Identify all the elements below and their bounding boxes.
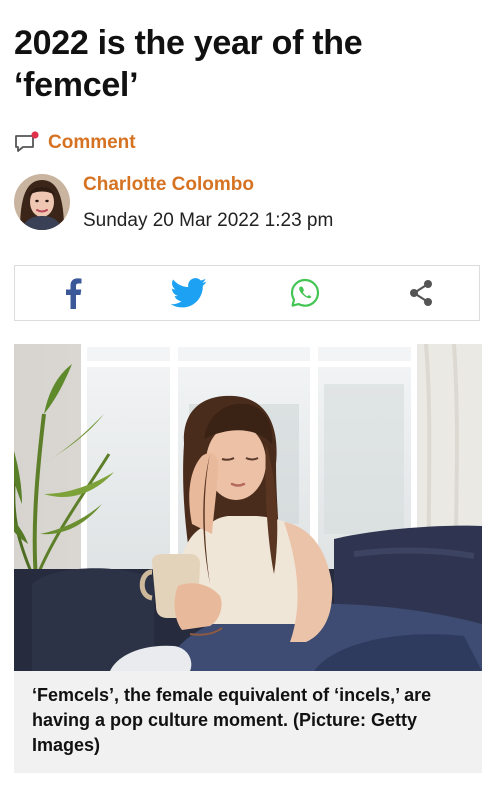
photo-caption: ‘Femcels’, the female equivalent of ‘inc… [14, 671, 482, 773]
whatsapp-icon [289, 277, 321, 309]
article-photo [14, 344, 482, 671]
facebook-icon [63, 277, 83, 309]
twitter-icon [171, 278, 207, 308]
share-icon [406, 278, 436, 308]
share-facebook-button[interactable] [15, 266, 131, 320]
comment-label: Comment [48, 132, 136, 153]
comment-icon [14, 131, 40, 155]
article-headline: 2022 is the year of the ‘femcel’ [14, 24, 363, 104]
share-twitter-button[interactable] [131, 266, 247, 320]
share-whatsapp-button[interactable] [247, 266, 363, 320]
comment-button[interactable]: Comment [14, 128, 136, 158]
author-name[interactable]: Charlotte Colombo [83, 174, 254, 196]
share-more-button[interactable] [363, 266, 479, 320]
publish-date: Sunday 20 Mar 2022 1:23 pm [83, 210, 334, 231]
share-bar [14, 265, 480, 321]
author-avatar[interactable] [14, 174, 70, 230]
